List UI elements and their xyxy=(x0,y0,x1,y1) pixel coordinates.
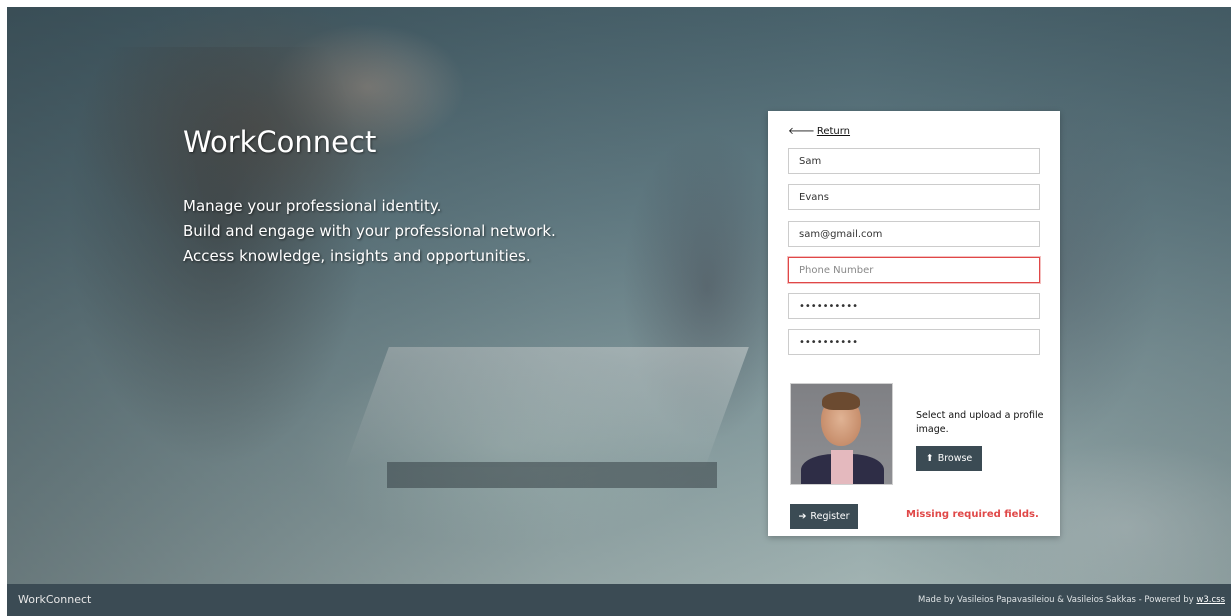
confirm-password-input[interactable] xyxy=(788,329,1040,355)
last-name-input[interactable] xyxy=(788,184,1040,210)
upload-instructions: Select and upload a profile image. xyxy=(916,410,1044,435)
footer-credit: Made by Vasileios Papavasileiou & Vasile… xyxy=(918,595,1225,605)
return-link[interactable]: 🡐 Return xyxy=(788,125,850,137)
tagline: Access knowledge, insights and opportuni… xyxy=(183,247,531,265)
footer-brand: WorkConnect xyxy=(18,593,92,606)
email-input[interactable] xyxy=(788,221,1040,247)
return-label: Return xyxy=(816,126,851,137)
hero-background: WorkConnect Manage your professional ide… xyxy=(7,7,1231,584)
w3css-link[interactable]: w3.css xyxy=(1196,595,1225,605)
browse-label: Browse xyxy=(937,453,973,464)
footer: WorkConnect Made by Vasileios Papavasile… xyxy=(7,584,1231,616)
footer-credit-text: Made by Vasileios Papavasileiou & Vasile… xyxy=(918,595,1197,605)
register-label: Register xyxy=(810,511,850,522)
tagline: Build and engage with your professional … xyxy=(183,222,556,240)
brand-title: WorkConnect xyxy=(183,125,377,159)
error-message: Missing required fields. xyxy=(906,509,1039,520)
taglines: Manage your professional identity. Build… xyxy=(183,194,556,269)
first-name-input[interactable] xyxy=(788,148,1040,174)
register-button[interactable]: ➔ Register xyxy=(790,504,858,529)
password-input[interactable] xyxy=(788,293,1040,319)
browse-button[interactable]: ⬆ Browse xyxy=(916,446,982,471)
sign-in-icon: ➔ xyxy=(798,511,807,522)
registration-card: 🡐Return Select and upload a profile imag… xyxy=(768,111,1060,536)
upload-icon: ⬆ xyxy=(925,453,934,464)
phone-number-input[interactable] xyxy=(788,257,1040,283)
page: WorkConnect Manage your professional ide… xyxy=(7,7,1231,616)
tagline: Manage your professional identity. xyxy=(183,197,442,215)
profile-image-preview xyxy=(790,383,893,485)
arrow-left-icon: 🡐 xyxy=(788,126,815,137)
